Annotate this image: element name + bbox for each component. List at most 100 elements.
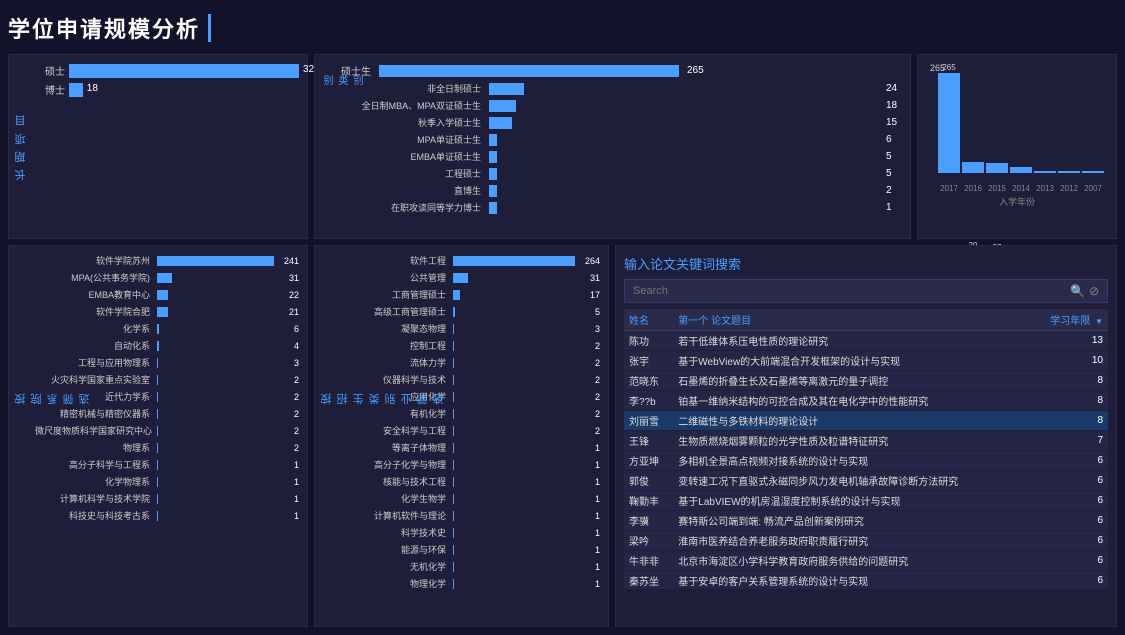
subtype-header-value: 265 (687, 65, 704, 76)
year-bar-xlabel: 2014 (1010, 184, 1032, 193)
table-row[interactable]: 张宇 基于WebView的大前端混合开发框架的设计与实现 10 (624, 351, 1108, 371)
major-bar-value: 1 (582, 494, 600, 504)
major-bar-value: 1 (582, 443, 600, 453)
result-scroll[interactable]: 姓名 第一个 论文题目 学习年限 ▼ 陈功 若干低维体系压电性质的理论研究 13… (624, 309, 1108, 589)
table-row[interactable]: 方亚坤 多相机全景高点视频对接系统的设计与实现 6 (624, 451, 1108, 471)
major-bar-value: 1 (582, 460, 600, 470)
major-bar-track (453, 392, 575, 402)
subtype-bar-value: 6 (886, 134, 902, 145)
major-bar-track (453, 477, 575, 487)
dept-bar-fill (157, 256, 274, 266)
major-bar-track (453, 307, 575, 317)
dept-bar-fill (157, 392, 158, 402)
cell-years: 6 (1031, 551, 1108, 571)
table-row[interactable]: 梁吟 淮南市医养结合养老服务政府职责履行研究 6 (624, 531, 1108, 551)
major-bar-row: 高分子化学与物理 1 (341, 458, 600, 471)
subtype-bar-fill (489, 168, 497, 180)
dept-bar-label: MPA(公共事务学院) (35, 271, 150, 284)
dept-bar-fill (157, 477, 158, 487)
major-bar-label: 凝聚态物理 (341, 322, 446, 335)
year-bar-col: 15 (1010, 167, 1032, 173)
clear-icon[interactable]: ⊘ (1089, 284, 1099, 298)
cell-years: 6 (1031, 471, 1108, 491)
dept-bar-value: 241 (281, 256, 299, 266)
search-box[interactable]: 🔍 ⊘ (624, 279, 1108, 303)
major-bar-label: 仪器科学与技术 (341, 373, 446, 386)
major-bar-row: 无机化学 1 (341, 560, 600, 573)
table-row[interactable]: 李骥 赛特斯公司端到端: 畅流产品创新案例研究 6 (624, 511, 1108, 531)
subtype-bar-value: 5 (886, 151, 902, 162)
dept-bar-fill (157, 494, 158, 504)
major-bar-value: 2 (582, 358, 600, 368)
subtype-bar-value: 1 (886, 202, 902, 213)
dept-bar-row: 物理系 2 (35, 441, 299, 454)
title-divider (208, 14, 211, 42)
year-bar (938, 73, 960, 173)
table-row[interactable]: 王锋 生物质燃烧烟雾颗粒的光学性质及粒谱特征研究 7 (624, 431, 1108, 451)
subtype-bar-track (489, 117, 878, 129)
cell-title: 铂基一维纳米结构的可控合成及其在电化学中的性能研究 (673, 391, 1030, 411)
dept-bar-fill (157, 358, 158, 368)
cell-name: 梁吟 (624, 531, 673, 551)
major-bar-row: 有机化学 2 (341, 407, 600, 420)
major-bar-value: 31 (582, 273, 600, 283)
dept-bar-row: EMBA教育中心 22 (35, 288, 299, 301)
major-bar-track (453, 562, 575, 572)
dept-bar-fill (157, 511, 158, 521)
major-bar-row: 控制工程 2 (341, 339, 600, 352)
cell-years: 13 (1031, 331, 1108, 351)
cell-title: 生物质燃烧烟雾颗粒的光学性质及粒谱特征研究 (673, 431, 1030, 451)
year-bar-xlabel: 2013 (1034, 184, 1056, 193)
major-bar-row: 物理化学 1 (341, 577, 600, 590)
table-row[interactable]: 秦苏坐 基于安卓的客户关系管理系统的设计与实现 6 (624, 571, 1108, 590)
major-bar-label: 化学生物学 (341, 492, 446, 505)
cell-years: 6 (1031, 451, 1108, 471)
search-input[interactable] (633, 285, 1066, 297)
dept-bar-track (157, 256, 274, 266)
major-bar-label: 流体力学 (341, 356, 446, 369)
table-row[interactable]: 李??b 铂基一维纳米结构的可控合成及其在电化学中的性能研究 8 (624, 391, 1108, 411)
subtype-bar-fill (489, 185, 497, 197)
dept-bar-row: 化学系 6 (35, 322, 299, 335)
major-bar-track (453, 528, 575, 538)
dept-bar-value: 1 (281, 460, 299, 470)
year-bar-col: 1 (1082, 171, 1104, 173)
subtype-bar-row: EMBA单证硕士生 5 (341, 150, 902, 163)
cell-years: 6 (1031, 491, 1108, 511)
major-bar-fill (453, 290, 460, 300)
dept-bar-track (157, 511, 274, 521)
major-bar-value: 2 (582, 392, 600, 402)
bar-track: 323 (69, 64, 299, 78)
year-panel: 2652652927151312017201620152014201320122… (917, 54, 1117, 239)
table-row[interactable]: 范晓东 石墨烯的折叠生长及石墨烯等离激元的量子调控 8 (624, 371, 1108, 391)
subtype-bar-value: 5 (886, 168, 902, 179)
major-bar-value: 17 (582, 290, 600, 300)
dept-bar-fill (157, 443, 158, 453)
major-bar-row: 核能与技术工程 1 (341, 475, 600, 488)
major-bar-row: 流体力学 2 (341, 356, 600, 369)
year-bar-xlabel: 2017 (938, 184, 960, 193)
subtype-bar-fill (489, 202, 497, 214)
table-row[interactable]: 郭俊 变转速工况下直驱式永磁同步风力发电机轴承故障诊断方法研究 6 (624, 471, 1108, 491)
major-bar-fill (453, 443, 454, 453)
table-row[interactable]: 鞠勤丰 基于LabVIEW的机房温湿度控制系统的设计与实现 6 (624, 491, 1108, 511)
major-bar-value: 2 (582, 341, 600, 351)
table-row[interactable]: 刘丽雪 二维磁性与多铁材料的理论设计 8 (624, 411, 1108, 431)
major-bar-fill (453, 375, 454, 385)
year-bar (1010, 167, 1032, 173)
table-row[interactable]: 陈功 若干低维体系压电性质的理论研究 13 (624, 331, 1108, 351)
bar-track: 18 (69, 83, 299, 97)
subtype-bar-fill (489, 117, 512, 129)
dept-bar-row: 高分子科学与工程系 1 (35, 458, 299, 471)
major-label: 按招生类别业筛选 (319, 392, 447, 405)
major-bar-fill (453, 307, 455, 317)
dept-bar-track (157, 341, 274, 351)
cell-name: 秦苏坐 (624, 571, 673, 590)
major-bar-row: 公共管理 31 (341, 271, 600, 284)
major-bar-value: 1 (582, 528, 600, 538)
dept-bar-track (157, 290, 274, 300)
bar-fill (69, 64, 299, 78)
table-row[interactable]: 牛非非 北京市海淀区小学科学教育政府服务供给的问题研究 6 (624, 551, 1108, 571)
col-years[interactable]: 学习年限 ▼ (1031, 309, 1108, 331)
cell-title: 多相机全景高点视频对接系统的设计与实现 (673, 451, 1030, 471)
